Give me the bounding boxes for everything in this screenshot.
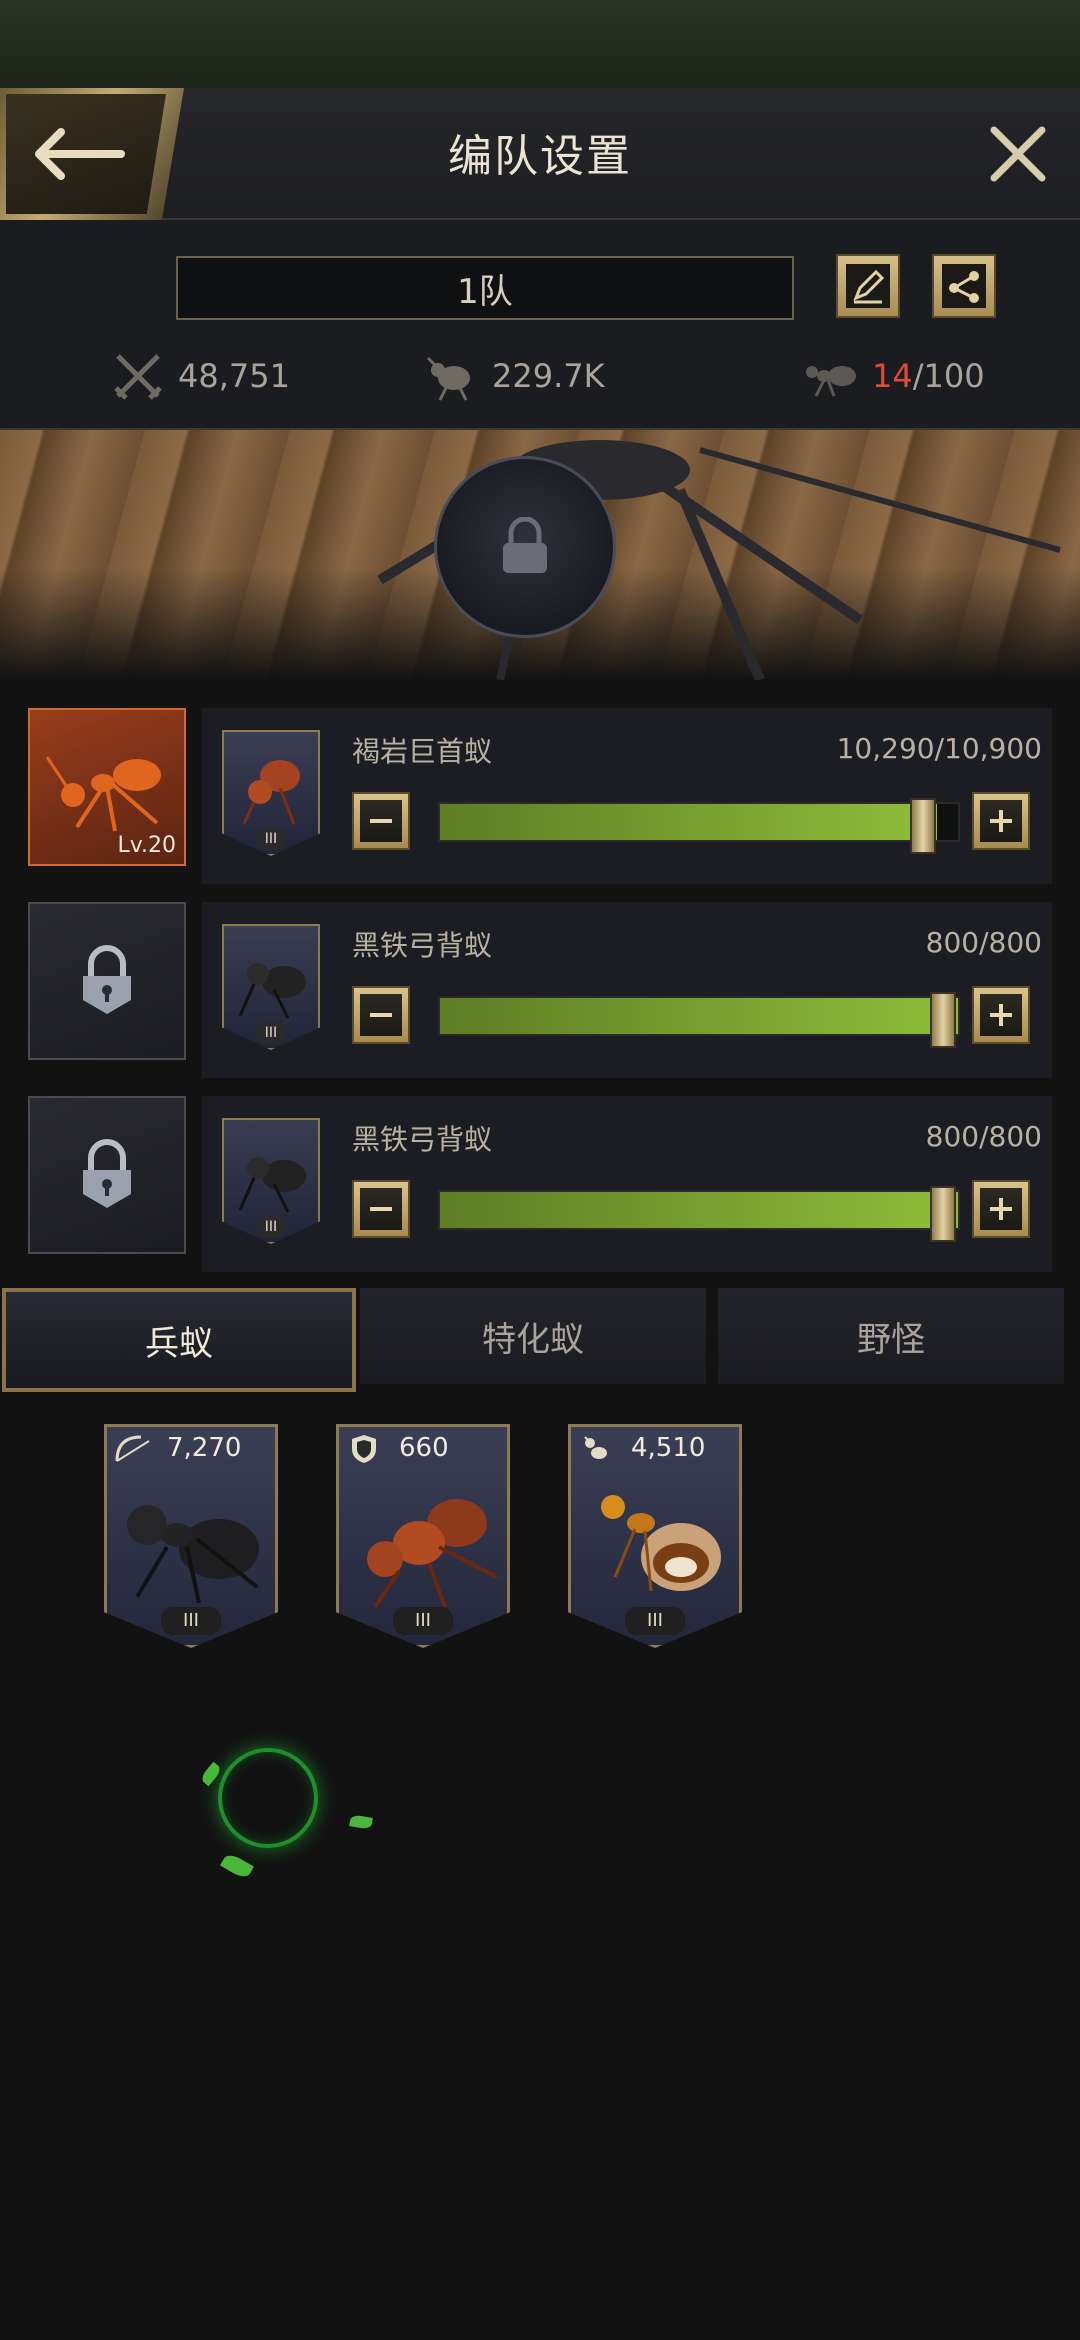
squad-row-3: III 黑铁弓背蚁 800/800 [202, 1096, 1052, 1272]
shield-icon [352, 1435, 376, 1463]
decrease-button[interactable] [352, 1180, 410, 1238]
close-icon [990, 126, 1046, 182]
slider-fill [440, 998, 958, 1034]
unit-thumbnail: III [222, 730, 320, 856]
ant-silhouette-icon [804, 348, 860, 404]
increase-button[interactable] [972, 986, 1030, 1044]
minus-icon [370, 819, 392, 823]
black-ant-image [238, 1157, 306, 1213]
crossed-swords-icon [110, 348, 166, 404]
ant-icon [584, 1436, 607, 1459]
card-tier: III [625, 1607, 685, 1635]
unit-card[interactable]: 4,510 III [568, 1424, 742, 1648]
card-count: 4,510 [631, 1433, 706, 1463]
leaf-icon [349, 1814, 373, 1830]
card-count: 7,270 [167, 1433, 242, 1463]
unit-name: 黑铁弓背蚁 [352, 929, 493, 962]
hero-portrait[interactable]: Lv.20 [28, 708, 186, 866]
red-ant-image [367, 1499, 498, 1609]
unit-card[interactable]: 7,270 III [104, 1424, 278, 1648]
quantity-slider[interactable] [438, 992, 960, 1048]
pen-icon [846, 264, 890, 308]
orange-ant-image [45, 756, 161, 832]
increase-button[interactable] [972, 792, 1030, 850]
plus-icon [990, 1198, 1012, 1220]
load-stat: 229.7K [424, 346, 605, 406]
hero-level: Lv.20 [117, 833, 176, 858]
unit-count: 800/800 [925, 1120, 1042, 1153]
rename-button[interactable] [836, 254, 900, 318]
tab-soldier-ants[interactable]: 兵蚁 [2, 1288, 356, 1392]
capacity-used: 14 [872, 357, 913, 395]
black-ant-image [127, 1505, 259, 1604]
card-tier: III [161, 1607, 221, 1635]
unit-card[interactable]: 660 III [336, 1424, 510, 1648]
unit-count: 800/800 [925, 926, 1042, 959]
plus-icon [990, 810, 1012, 832]
tab-special-ants[interactable]: 特化蚁 [360, 1288, 706, 1384]
slider-handle[interactable] [930, 1186, 956, 1242]
tab-wild-monsters[interactable]: 野怪 [718, 1288, 1064, 1384]
unit-count: 10,290/10,900 [836, 732, 1042, 765]
share-icon [942, 264, 986, 308]
padlock-icon [83, 1139, 131, 1208]
slider-handle[interactable] [930, 992, 956, 1048]
capacity-total: /100 [912, 357, 985, 395]
unit-thumbnail: III [222, 1118, 320, 1244]
attack-stat: 48,751 [110, 346, 290, 406]
quantity-slider[interactable] [438, 1186, 960, 1242]
slider-fill [440, 1192, 958, 1228]
share-button[interactable] [932, 254, 996, 318]
increase-button[interactable] [972, 1180, 1030, 1238]
card-count: 660 [399, 1433, 449, 1463]
unit-name: 褐岩巨首蚁 [352, 735, 493, 768]
honeypot-ant-image [601, 1495, 721, 1592]
black-ant-image [238, 963, 306, 1019]
squad-row-2: III 黑铁弓背蚁 800/800 [202, 902, 1052, 1078]
tier-badge: III [256, 1216, 286, 1238]
team-name-field[interactable]: 1队 [176, 256, 794, 320]
page-title: 编队设置 [448, 131, 632, 182]
tier-badge: III [256, 1022, 286, 1044]
unit-name: 黑铁弓背蚁 [352, 1123, 493, 1156]
card-tier: III [393, 1607, 453, 1635]
capacity-stat: 14 /100 [804, 346, 985, 406]
unit-thumbnail: III [222, 924, 320, 1050]
quantity-slider[interactable] [438, 798, 960, 854]
slider-fill [440, 804, 938, 840]
top-backdrop [0, 0, 1080, 90]
decrease-button[interactable] [352, 986, 410, 1044]
decrease-button[interactable] [352, 792, 410, 850]
slider-handle[interactable] [910, 798, 936, 854]
plus-icon [990, 1004, 1012, 1026]
bow-icon [115, 1435, 150, 1462]
red-ant-image [242, 760, 300, 825]
squad-row-1: III 褐岩巨首蚁 10,290/10,900 [202, 708, 1052, 884]
locked-hero-slot-3[interactable] [28, 1096, 186, 1254]
locked-hero-slot[interactable] [434, 456, 616, 638]
lock-icon [503, 517, 547, 573]
minus-icon [370, 1207, 392, 1211]
tier-badge: III [256, 828, 286, 850]
minus-icon [370, 1013, 392, 1017]
attack-value: 48,751 [178, 357, 290, 395]
loading-spinner [218, 1748, 318, 1848]
beetle-icon [424, 348, 480, 404]
locked-hero-slot-2[interactable] [28, 902, 186, 1060]
padlock-icon [83, 945, 131, 1014]
leaf-icon [220, 1851, 254, 1881]
load-value: 229.7K [492, 357, 605, 395]
close-button[interactable] [986, 122, 1050, 186]
